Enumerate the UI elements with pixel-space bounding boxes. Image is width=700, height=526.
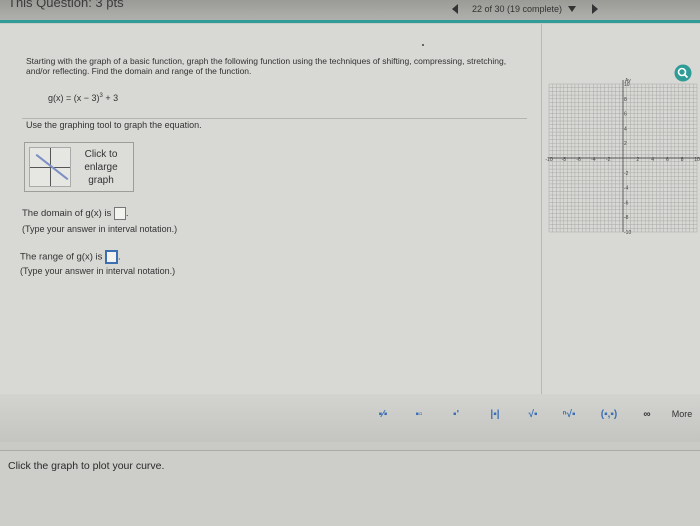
- range-answer: The range of g(x) is .: [20, 250, 121, 264]
- previous-question-icon[interactable]: [452, 4, 458, 14]
- y-tick-label: 2: [624, 141, 627, 147]
- x-tick-label: 2: [636, 157, 639, 163]
- x-tick-label: -10: [545, 157, 552, 163]
- question-instructions: Starting with the graph of a basic funct…: [26, 56, 507, 76]
- header-divider: [0, 20, 700, 23]
- zoom-magnifier-icon[interactable]: [674, 64, 692, 82]
- graph-canvas[interactable]: -10-8-6-4-2246810108642-2-4-6-8-10xAy: [537, 60, 700, 236]
- exponent-button[interactable]: ▪': [445, 406, 467, 424]
- math-toolbar: [0, 394, 700, 442]
- coordinate-grid[interactable]: -10-8-6-4-2246810108642-2-4-6-8-10xAy: [537, 60, 700, 236]
- domain-label: The domain of g(x) is: [22, 208, 112, 220]
- enlarge-graph-button[interactable]: Click to enlarge graph: [24, 142, 134, 192]
- x-tick-label: 6: [666, 157, 669, 163]
- y-tick-label: 4: [624, 126, 627, 132]
- x-tick-label: 10: [694, 157, 700, 163]
- function-rhs: + 3: [102, 93, 119, 103]
- absolute-value-button[interactable]: |▪|: [484, 406, 506, 424]
- y-axis-label: Ay: [625, 78, 631, 84]
- y-tick-label: -8: [624, 215, 629, 221]
- domain-input[interactable]: [113, 207, 126, 220]
- square-root-button[interactable]: √▪: [522, 406, 544, 424]
- more-button[interactable]: More: [664, 406, 700, 422]
- y-tick-label: -10: [624, 230, 631, 235]
- domain-answer: The domain of g(x) is .: [22, 207, 129, 220]
- question-progress[interactable]: 22 of 30 (19 complete): [472, 4, 562, 14]
- y-tick-label: 8: [624, 97, 627, 103]
- fraction-button[interactable]: ▪⁄▪: [372, 406, 394, 424]
- range-label: The range of g(x) is: [20, 251, 103, 263]
- y-tick-label: -2: [624, 171, 629, 177]
- graph-thumbnail-icon: [29, 147, 71, 187]
- x-tick-label: 8: [681, 157, 684, 163]
- x-tick-label: -8: [562, 157, 567, 163]
- domain-note: (Type your answer in interval notation.): [22, 224, 178, 234]
- next-question-icon[interactable]: [592, 4, 599, 14]
- x-tick-label: 4: [651, 157, 654, 163]
- question-list-dropdown-icon[interactable]: [568, 6, 577, 12]
- question-navigator: 22 of 30 (19 complete): [452, 4, 599, 14]
- separator-dot: [422, 44, 424, 46]
- range-note: (Type your answer in interval notation.): [20, 266, 176, 276]
- x-tick-label: -6: [576, 157, 581, 163]
- interval-button[interactable]: (▪,▪): [598, 406, 620, 424]
- question-title: This Question: 3 pts: [8, 0, 124, 10]
- nth-root-button[interactable]: ⁿ√▪: [558, 406, 580, 424]
- y-tick-label: -6: [624, 200, 629, 206]
- function-lhs: g(x) = (x − 3): [48, 93, 100, 103]
- range-input[interactable]: [105, 250, 119, 264]
- section-divider: [22, 118, 527, 119]
- x-tick-label: -4: [591, 157, 596, 163]
- y-tick-label: 6: [624, 112, 627, 118]
- enlarge-graph-label: Click to enlarge graph: [84, 149, 118, 186]
- status-text: Click the graph to plot your curve.: [8, 460, 165, 472]
- mixed-number-button[interactable]: ▪▫: [408, 406, 430, 424]
- graphing-tool-instruction: Use the graphing tool to graph the equat…: [26, 120, 202, 130]
- function-equation: g(x) = (x − 3)3 + 3: [48, 93, 118, 103]
- infinity-button[interactable]: ∞: [636, 406, 658, 424]
- y-tick-label: -4: [624, 186, 629, 192]
- x-tick-label: -2: [606, 157, 611, 163]
